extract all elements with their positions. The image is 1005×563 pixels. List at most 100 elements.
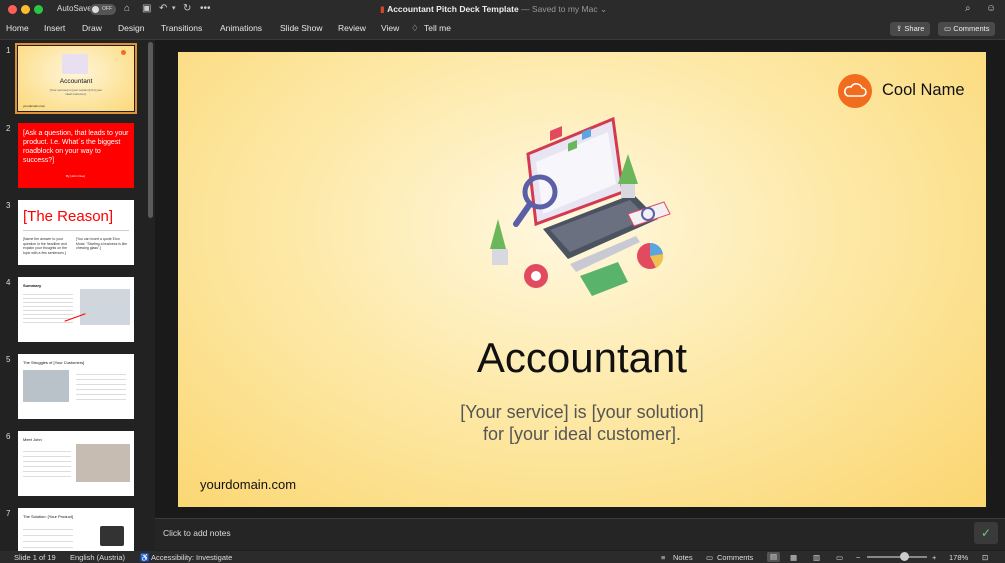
accessibility-icon: ♿ (140, 553, 150, 562)
lightbulb-icon: ♢ (411, 23, 419, 33)
subtitle-line-1: [Your service] is [your solution] (460, 402, 704, 422)
tab-slide-show[interactable]: Slide Show (280, 23, 323, 33)
thumb-photo (23, 370, 69, 402)
autosave-label: AutoSave (57, 4, 92, 13)
thumb-left-text: [Name the answer to your question in the… (23, 237, 67, 255)
notes-pane[interactable]: Click to add notes (155, 518, 1005, 550)
status-comments-button[interactable]: Comments (717, 553, 753, 562)
thumb-text-lines (23, 447, 71, 479)
zoom-slider-handle[interactable] (900, 552, 909, 561)
accessibility-button[interactable]: Accessibility: Investigate (151, 553, 232, 562)
comments-icon: ▭ (706, 553, 714, 562)
tab-insert[interactable]: Insert (44, 23, 65, 33)
ribbon-tabs: Home Insert Draw Design Transitions Anim… (0, 19, 1005, 40)
thumb-title: Accountant (59, 78, 93, 85)
comments-label: Comments (953, 24, 990, 33)
computer-illustration (62, 54, 88, 74)
undo-icon[interactable]: ↶ (159, 3, 167, 15)
home-icon[interactable]: ⌂ (124, 3, 130, 15)
brand-name: Cool Name (882, 81, 965, 99)
share-icon: ⇪ (896, 24, 903, 33)
thumbnail-scrollbar[interactable] (148, 42, 153, 218)
thumb-struggles-title: The Struggles of [Your Customers] (23, 360, 85, 365)
thumb-text-lines (76, 370, 126, 402)
status-bar: Slide 1 of 19 English (Austria) ♿ Access… (0, 551, 1005, 563)
share-label: Share (904, 24, 925, 33)
thumbnail-slide-4[interactable]: Summary (18, 277, 134, 342)
slideshow-icon[interactable]: ▭ (836, 553, 843, 562)
slide-footer-url[interactable]: yourdomain.com (200, 477, 296, 492)
slide-sorter-icon[interactable]: ▦ (790, 553, 797, 562)
tab-transitions[interactable]: Transitions (161, 23, 202, 33)
zoom-in-icon[interactable]: + (932, 553, 936, 562)
autosave-toggle[interactable]: OFF (90, 4, 116, 15)
tell-me-search[interactable]: Tell me (424, 23, 451, 33)
normal-view-icon[interactable]: ▤ (767, 552, 780, 562)
tab-view[interactable]: View (381, 23, 399, 33)
tab-review[interactable]: Review (338, 23, 366, 33)
thumbnail-number: 5 (6, 355, 11, 364)
zoom-slider[interactable] (867, 556, 927, 558)
thumbnail-slide-2[interactable]: [Ask a question, that leads to your prod… (18, 123, 134, 188)
current-slide[interactable]: Cool Name Accountant [Your service] is [… (178, 52, 986, 507)
thumb-photo (76, 444, 130, 482)
subtitle-line-2: for [your ideal customer]. (482, 424, 682, 444)
thumbnail-slide-3[interactable]: [The Reason] [Name the answer to your qu… (18, 200, 134, 265)
fit-to-window-icon[interactable]: ⊡ (982, 553, 988, 562)
brand-logo (838, 74, 872, 108)
notes-placeholder[interactable]: Click to add notes (163, 528, 231, 538)
thumb-text-lines (23, 524, 73, 548)
thumb-url: yourdomain.com (23, 104, 46, 108)
document-save-status: — Saved to my Mac (521, 4, 598, 14)
slide-counter: Slide 1 of 19 (14, 553, 56, 562)
thumb-solution-title: The Solution: [Your Product] (23, 514, 73, 519)
thumbnail-slide-1[interactable]: Accountant [Your service] is [your solut… (15, 43, 137, 114)
thumb-meet-title: Meet John (23, 437, 42, 442)
tab-draw[interactable]: Draw (82, 23, 102, 33)
comments-button[interactable]: ▭ Comments (938, 22, 996, 36)
tab-design[interactable]: Design (118, 23, 144, 33)
redo-icon[interactable]: ↻ (183, 3, 191, 15)
thumbnail-slide-5[interactable]: The Struggles of [Your Customers] (18, 354, 134, 419)
comment-icon: ▭ (944, 24, 952, 33)
slide-thumbnail-panel[interactable]: 1 Accountant [Your service] is [your sol… (0, 40, 155, 551)
notes-button[interactable]: Notes (673, 553, 693, 562)
thumbnail-slide-7[interactable]: The Solution: [Your Product] (18, 508, 134, 551)
save-icon[interactable]: ▣ (142, 3, 151, 15)
more-icon[interactable]: ••• (200, 3, 211, 15)
slide-subtitle[interactable]: [Your service] is [your solution] for [y… (178, 401, 986, 445)
logo-icon (121, 50, 126, 55)
zoom-out-icon[interactable]: − (856, 553, 860, 562)
slide-title[interactable]: Accountant (178, 334, 986, 382)
search-icon[interactable]: ⌕ (965, 3, 971, 15)
thumb-subtitle: [Your service] is [your solution] for [y… (49, 88, 103, 96)
tab-home[interactable]: Home (6, 23, 29, 33)
thumb-right-text: [You can insert a quote Elon Musk: "Star… (76, 237, 128, 250)
powerpoint-file-icon: ▮ (380, 4, 385, 14)
zoom-level[interactable]: 178% (949, 553, 968, 562)
undo-dropdown-icon[interactable]: ▾ (172, 3, 176, 15)
accounting-computer-illustration (490, 116, 671, 296)
close-window-button[interactable] (8, 5, 17, 14)
share-button[interactable]: ⇪ Share (890, 22, 931, 36)
chevron-down-icon[interactable]: ⌄ (600, 4, 607, 14)
minimize-window-button[interactable] (21, 5, 30, 14)
document-name: Accountant Pitch Deck Template (387, 4, 519, 14)
reading-view-icon[interactable]: ▥ (813, 553, 820, 562)
thumb-reason-title: [The Reason] (23, 208, 114, 225)
thumb-photo (80, 289, 130, 325)
thumbnail-number: 2 (6, 124, 11, 133)
language-indicator[interactable]: English (Austria) (70, 553, 125, 562)
account-icon[interactable]: ☺ (986, 3, 996, 15)
thumbnail-number: 3 (6, 201, 11, 210)
thumbnail-number: 4 (6, 278, 11, 287)
thumbnail-number: 6 (6, 432, 11, 441)
checkmark-icon[interactable]: ✓ (974, 522, 998, 544)
thumb-summary-title: Summary (23, 283, 42, 288)
thumbnail-number: 7 (6, 509, 11, 518)
thumb-author: By [John Doe] (66, 174, 85, 178)
thumbnail-slide-6[interactable]: Meet John (18, 431, 134, 496)
zoom-window-button[interactable] (34, 5, 43, 14)
thumb-tablet (100, 526, 124, 546)
tab-animations[interactable]: Animations (220, 23, 262, 33)
